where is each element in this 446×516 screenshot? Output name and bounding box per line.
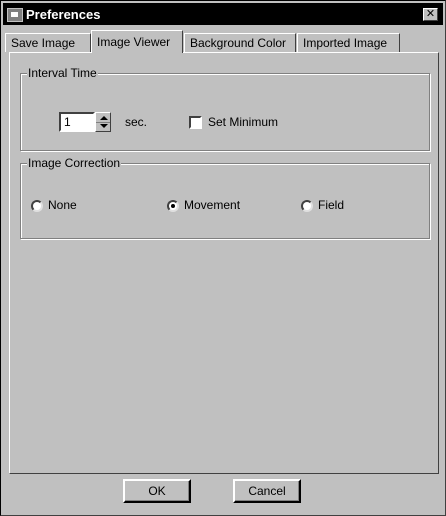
spinner-divider: [96, 122, 110, 123]
close-button[interactable]: ✕: [423, 8, 438, 21]
radio-none[interactable]: [31, 200, 43, 212]
radio-field[interactable]: [301, 200, 313, 212]
interval-input[interactable]: 1: [59, 112, 95, 132]
spin-up-icon[interactable]: [100, 116, 108, 120]
tab-background-color[interactable]: Background Color: [184, 33, 296, 52]
title-bar[interactable]: Preferences ✕: [3, 3, 443, 25]
image-viewer-panel: Interval Time 1 sec. Set Minimum Image C…: [9, 52, 439, 474]
tab-strip: Save Image Image Viewer Background Color…: [3, 30, 443, 53]
preferences-window: Preferences ✕ Save Image Image Viewer Ba…: [0, 0, 446, 516]
set-minimum-label[interactable]: Set Minimum: [208, 115, 278, 129]
tab-save-image[interactable]: Save Image: [5, 33, 91, 52]
interval-spinner[interactable]: [95, 112, 111, 132]
interval-value: 1: [64, 115, 71, 129]
button-bar: OK Cancel: [9, 475, 439, 513]
radio-movement[interactable]: [167, 200, 179, 212]
window-title: Preferences: [26, 7, 101, 22]
tab-image-viewer[interactable]: Image Viewer: [91, 30, 183, 53]
cancel-button[interactable]: Cancel: [233, 479, 301, 503]
tab-imported-image[interactable]: Imported Image: [297, 33, 400, 52]
image-correction-group: Image Correction None Movement Field: [20, 156, 430, 239]
interval-time-group: Interval Time 1 sec. Set Minimum: [20, 66, 430, 151]
radio-field-label[interactable]: Field: [318, 198, 344, 212]
radio-movement-label[interactable]: Movement: [184, 198, 240, 212]
ok-button[interactable]: OK: [123, 479, 191, 503]
close-icon: ✕: [425, 8, 436, 20]
window-icon: [7, 8, 23, 22]
set-minimum-checkbox[interactable]: [189, 116, 202, 129]
spin-down-icon[interactable]: [100, 124, 108, 128]
image-correction-label: Image Correction: [27, 156, 122, 170]
radio-none-label[interactable]: None: [48, 198, 77, 212]
radio-selected-dot: [171, 204, 175, 208]
interval-unit: sec.: [125, 115, 148, 129]
interval-time-label: Interval Time: [27, 66, 98, 80]
